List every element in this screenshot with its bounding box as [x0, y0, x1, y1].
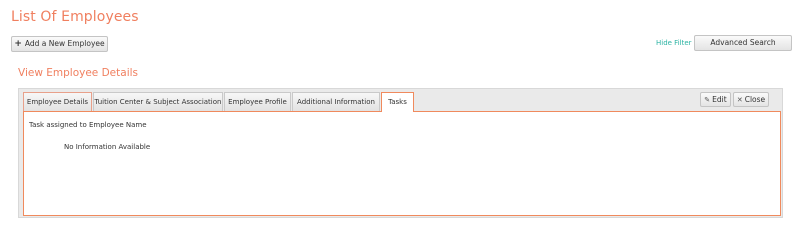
empty-state-text: No Information Available	[64, 143, 151, 151]
tasks-content: Task assigned to Employee Name No Inform…	[23, 111, 781, 216]
close-label: Close	[744, 95, 766, 104]
section-title: View Employee Details	[18, 67, 138, 79]
add-employee-button[interactable]: + Add a New Employee	[11, 36, 108, 52]
pencil-icon: ✎	[704, 96, 711, 104]
close-icon: ✕	[736, 96, 743, 104]
edit-label: Edit	[712, 95, 727, 104]
tasks-heading: Task assigned to Employee Name	[29, 121, 147, 129]
tab-tuition-center[interactable]: Tuition Center & Subject Association	[93, 92, 223, 111]
page-title: List Of Employees	[11, 9, 139, 25]
tab-employee-details[interactable]: Employee Details	[23, 92, 92, 111]
employee-details-panel: Employee Details Tuition Center & Subjec…	[18, 88, 783, 218]
tab-employee-profile[interactable]: Employee Profile	[224, 92, 291, 111]
plus-icon: +	[14, 39, 22, 49]
edit-button[interactable]: ✎ Edit	[700, 92, 731, 107]
hide-filter-link[interactable]: Hide Filter	[656, 39, 692, 47]
add-employee-label: Add a New Employee	[24, 39, 105, 48]
advanced-search-button[interactable]: Advanced Search	[694, 35, 792, 51]
tab-tasks[interactable]: Tasks	[381, 92, 414, 112]
close-button[interactable]: ✕ Close	[733, 92, 769, 107]
tab-additional-information[interactable]: Additional Information	[292, 92, 380, 111]
